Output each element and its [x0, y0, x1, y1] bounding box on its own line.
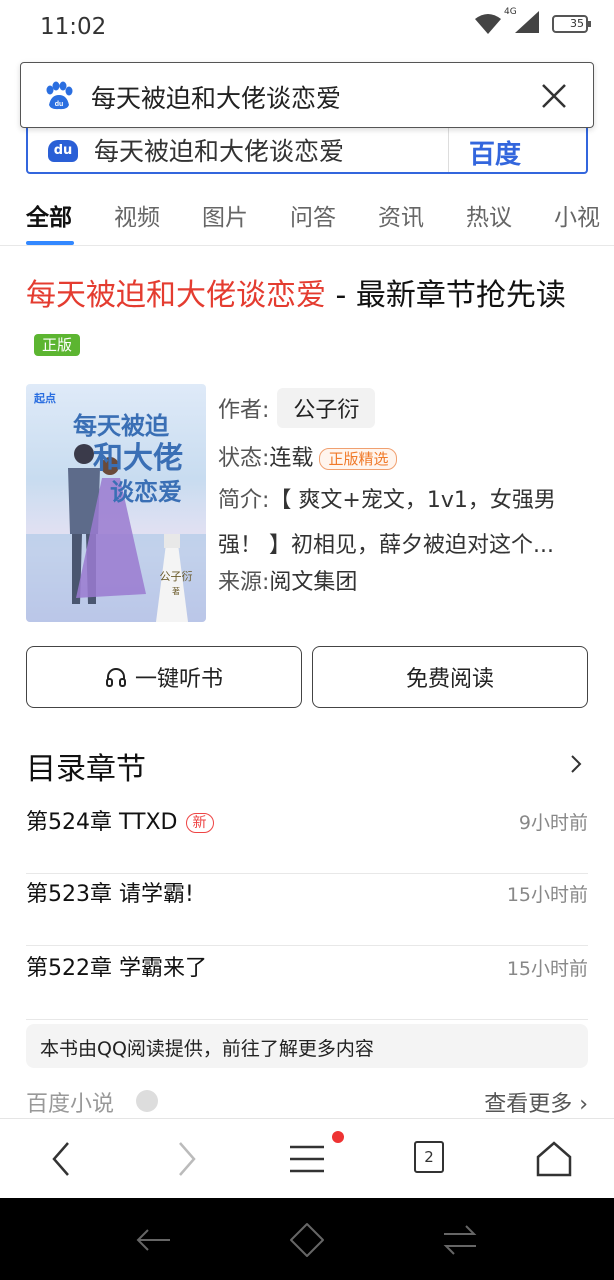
battery-level: 35 [570, 17, 584, 30]
chevron-right-icon[interactable] [566, 752, 586, 776]
wifi-icon [475, 14, 501, 34]
source-label: 来源: [218, 570, 270, 595]
see-more-link[interactable]: 查看更多 › [484, 1086, 588, 1118]
author-row: 作者: 公子衍 [218, 388, 376, 428]
chapter-title: 第524章 TTXD 新 [26, 804, 214, 836]
close-icon[interactable] [537, 79, 571, 113]
nav-home-icon[interactable] [287, 1220, 327, 1260]
search-query[interactable]: 每天被迫和大佬谈恋爱 [91, 79, 341, 115]
chapter-time: 15小时前 [506, 958, 588, 980]
result-title-rest[interactable]: - 最新章节抢先读 [326, 278, 566, 313]
tab-news[interactable]: 资讯 [378, 180, 424, 245]
desc-text-1: 【 爽文+宠文，1v1，女强男 [269, 488, 556, 513]
nav-back-icon[interactable] [134, 1220, 174, 1260]
official-badge: 正版 [34, 333, 81, 356]
svg-text:du: du [55, 101, 64, 108]
chapter-title: 第522章 学霸来了 [26, 956, 207, 981]
tab-discussion[interactable]: 热议 [466, 180, 512, 245]
search-bar[interactable]: du 每天被迫和大佬谈恋爱 [20, 62, 594, 128]
result-title[interactable]: 每天被迫和大佬谈恋爱 - 最新章节抢先读正版 [26, 272, 586, 368]
read-free-button-label: 免费阅读 [405, 667, 494, 692]
tab-short-video[interactable]: 小视 [554, 180, 600, 245]
desc-line1: 简介:【 爽文+宠文，1v1，女强男 [218, 478, 588, 523]
cover-publisher: 起点 [33, 391, 56, 405]
forward-icon[interactable] [164, 1137, 208, 1181]
status-bar: 11:02 4G 35 [0, 0, 614, 58]
headphones-icon [105, 668, 126, 687]
chapter-row[interactable]: 第522章 学霸来了 15小时前 [26, 946, 588, 1020]
back-icon[interactable] [40, 1137, 84, 1181]
notification-dot [332, 1131, 344, 1143]
status-icons: 4G 35 [474, 7, 591, 38]
baidu-paw-icon: du [46, 81, 73, 110]
description: 简介:【 爽文+宠文，1v1，女强男 强！ 】初相见，薛夕被迫对这个... [218, 478, 588, 568]
dropdown-icon[interactable] [136, 1090, 158, 1112]
desc-label: 简介: [218, 488, 270, 513]
menu-icon[interactable] [286, 1137, 330, 1181]
baidu-search-query[interactable]: 每天被迫和大佬谈恋爱 [94, 132, 434, 168]
footer-source[interactable]: 百度小说 [26, 1086, 114, 1118]
toc-heading[interactable]: 目录章节 [26, 744, 146, 788]
cover-author: 公子衍 [160, 569, 193, 583]
chapter-time: 15小时前 [506, 884, 588, 906]
status-tag: 正版精选 [319, 448, 398, 470]
listen-button-label: 一键听书 [134, 667, 223, 692]
home-icon[interactable] [532, 1137, 576, 1181]
browser-toolbar: 2 [0, 1118, 614, 1198]
status-time: 11:02 [40, 14, 107, 40]
cell-signal: 4G [504, 7, 540, 38]
cover-imprint: 著 [172, 586, 180, 596]
tab-qa[interactable]: 问答 [290, 180, 336, 245]
desc-text-2: 强！ 】初相见，薛夕被迫对这个... [218, 533, 554, 558]
tab-video[interactable]: 视频 [114, 180, 160, 245]
cover-title-line2: 和大佬 [93, 441, 183, 476]
search-tabs: 全部 视频 图片 问答 资讯 热议 小视 [0, 180, 614, 246]
source-row: 来源:阅文集团 [218, 564, 357, 596]
chapter-title-text: 第524章 TTXD [26, 810, 178, 835]
listen-button[interactable]: 一键听书 [26, 646, 302, 708]
tab-images[interactable]: 图片 [202, 180, 248, 245]
cover-title-line3: 谈恋爱 [110, 477, 182, 506]
status-row: 状态:连载 正版精选 [218, 440, 398, 472]
source-value: 阅文集团 [269, 570, 358, 595]
read-free-button[interactable]: 免费阅读 [312, 646, 588, 708]
network-type: 4G [504, 7, 517, 17]
cover-title-line1: 每天被迫 [73, 411, 170, 440]
nav-switch-icon[interactable] [440, 1220, 480, 1260]
battery-icon: 35 [552, 15, 591, 33]
chapter-time: 9小时前 [518, 812, 588, 834]
tab-all[interactable]: 全部 [26, 180, 74, 245]
author-chip[interactable]: 公子衍 [277, 388, 376, 428]
tabs-button[interactable]: 2 [414, 1141, 444, 1173]
author-label: 作者: [218, 398, 270, 423]
baidu-du-logo: du [48, 140, 78, 162]
footer-source-row: 百度小说 查看更多 › [26, 1084, 588, 1120]
new-tag: 新 [185, 813, 214, 833]
system-nav-bar [0, 1198, 614, 1280]
book-cover[interactable]: 起点 每天被迫 和大佬 谈恋爱 公子衍 著 [26, 384, 206, 622]
status-value: 连载 [269, 446, 314, 471]
signal-icon [515, 11, 539, 33]
chapter-row[interactable]: 第523章 请学霸! 15小时前 [26, 872, 588, 946]
chapter-row[interactable]: 第524章 TTXD 新 9小时前 [26, 800, 588, 874]
result-title-highlight[interactable]: 每天被迫和大佬谈恋爱 [26, 278, 326, 313]
status-label: 状态: [218, 446, 270, 471]
see-more-label: 查看更多 [484, 1092, 573, 1117]
provider-note[interactable]: 本书由QQ阅读提供，前往了解更多内容 [26, 1024, 588, 1068]
chapter-title: 第523章 请学霸! [26, 882, 194, 907]
book-cover-art: 起点 每天被迫 和大佬 谈恋爱 公子衍 著 [26, 391, 206, 622]
